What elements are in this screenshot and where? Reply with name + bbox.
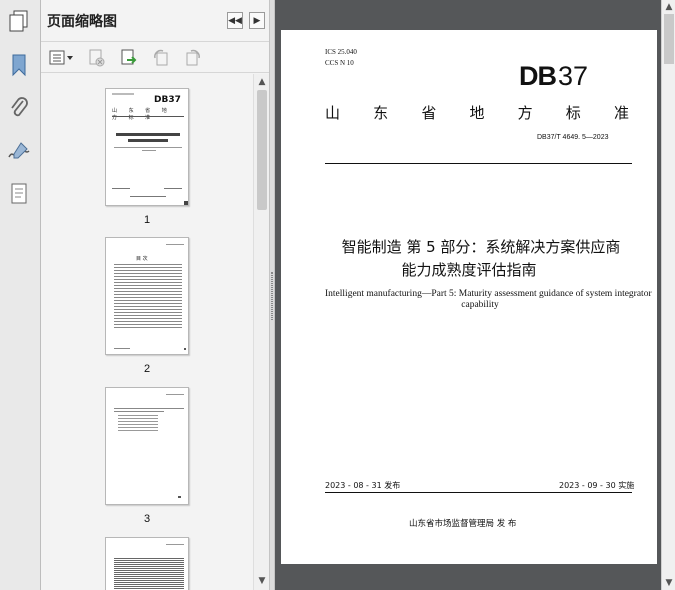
region-char: 省 [421,104,437,122]
layers-icon[interactable] [6,181,32,207]
thumbnail-list: DB37 山 东 省 地 方 标 准 1 目 次 2 3 [41,74,253,590]
thumb-region-text: 山 东 省 地 方 标 准 [112,108,172,121]
panel-title: 页面缩略图 [47,14,117,30]
region-char: 山 [325,104,341,122]
options-menu-button[interactable] [49,48,75,68]
region-char: 方 [517,104,533,122]
footer-rule [325,492,632,493]
document-scrollbar[interactable]: ▲ ▼ [661,0,675,590]
region-title: 山 东 省 地 方 标 准 [325,102,629,123]
scroll-up-icon[interactable]: ▲ [254,75,270,89]
panel-header: 页面缩略图 ◀◀ ▶ [41,0,269,42]
thumbnail-label-1: 1 [143,214,151,226]
ics-code: ICS 25.040 [325,48,357,56]
publish-date: 2023 - 08 - 31 发布 [325,481,401,490]
bookmarks-icon[interactable] [6,52,32,78]
scrollbar-thumb[interactable] [664,14,674,64]
scroll-down-icon[interactable]: ▼ [662,576,675,590]
standard-code: DB37/T 4649. 5—2023 [537,134,609,141]
region-char: 标 [565,104,581,122]
db-logo-number: 37 [558,61,589,91]
rotate-clockwise-icon[interactable] [183,48,203,68]
thumb-toc-title: 目 次 [136,256,148,262]
thumbnail-label-2: 2 [143,363,151,375]
scroll-down-icon[interactable]: ▼ [254,574,270,588]
document-page: ICS 25.040 CCS N 10 DB37 山 东 省 地 方 标 准 D… [281,30,657,564]
header-rule [325,163,632,164]
panel-options-button[interactable]: ▶ [249,12,265,29]
signatures-icon[interactable] [6,138,32,164]
navigation-rail [0,0,41,590]
region-char: 东 [373,104,389,122]
implement-date: 2023 - 09 - 30 实施 [559,481,635,490]
title-cn-line1: 智能制造 第 5 部分：系统解决方案供应商 [341,238,621,256]
double-left-arrow-icon: ◀◀ [228,15,242,26]
title-en-line1: Intelligent manufacturing—Part 5: Maturi… [325,289,652,299]
insert-pages-icon[interactable] [119,48,139,68]
issuing-authority: 山东省市场监督管理局 发 布 [409,519,517,529]
delete-pages-icon[interactable] [87,48,107,68]
thumbnail-page-1[interactable]: DB37 山 东 省 地 方 标 准 [105,88,189,206]
thumbnail-page-4[interactable] [105,537,189,590]
rotate-counterclockwise-icon[interactable] [151,48,171,68]
right-arrow-icon: ▶ [253,15,261,26]
thumbnails-panel: 页面缩略图 ◀◀ ▶ DB37 山 东 省 地 方 标 准 1 目 次 2 3 … [41,0,269,590]
thumbnail-label-3: 3 [143,513,151,525]
thumbnail-page-2[interactable]: 目 次 [105,237,189,355]
title-en-line2: capability [461,300,499,310]
splitter-grip[interactable] [271,272,273,320]
scroll-up-icon[interactable]: ▲ [662,0,675,14]
region-char: 地 [469,104,485,122]
page-thumbnails-icon[interactable] [6,8,32,34]
region-char: 准 [613,104,629,122]
thumbnails-scrollbar[interactable]: ▲ ▼ [253,74,269,590]
thumbnails-toolbar [41,43,269,73]
db-logo: DB37 [519,62,588,90]
document-view[interactable]: ICS 25.040 CCS N 10 DB37 山 东 省 地 方 标 准 D… [275,0,661,590]
collapse-panel-button[interactable]: ◀◀ [227,12,243,29]
db-logo-mark: DB [519,61,557,91]
attachments-icon[interactable] [6,95,32,121]
ccs-code: CCS N 10 [325,59,354,67]
thumbnail-page-3[interactable] [105,387,189,505]
scrollbar-thumb[interactable] [257,90,267,210]
title-cn-line2: 能力成熟度评估指南 [401,261,537,279]
thumb-db-logo: DB37 [154,95,181,105]
